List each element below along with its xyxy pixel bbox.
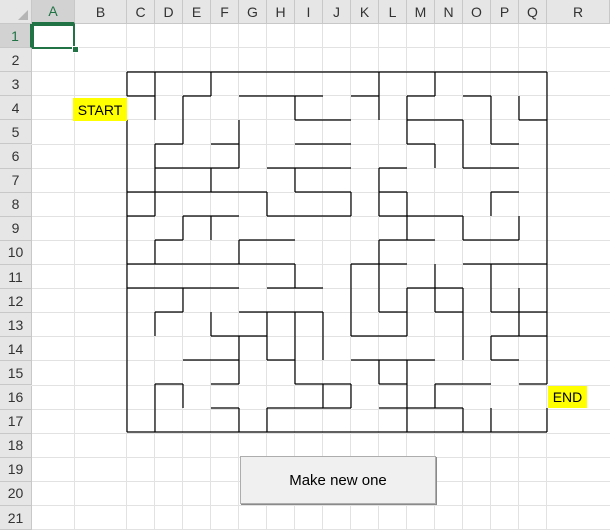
maze [126,71,548,433]
make-new-maze-button[interactable]: Make new one [240,456,436,504]
maze-end-label: END [548,386,587,408]
spreadsheet: ABCDEFGHIJKLMNOPQR 1 2 3 4 5 6 7 8 9 10 11 12 13 14 15… [0,0,610,530]
maze-start-label: START [73,98,127,121]
